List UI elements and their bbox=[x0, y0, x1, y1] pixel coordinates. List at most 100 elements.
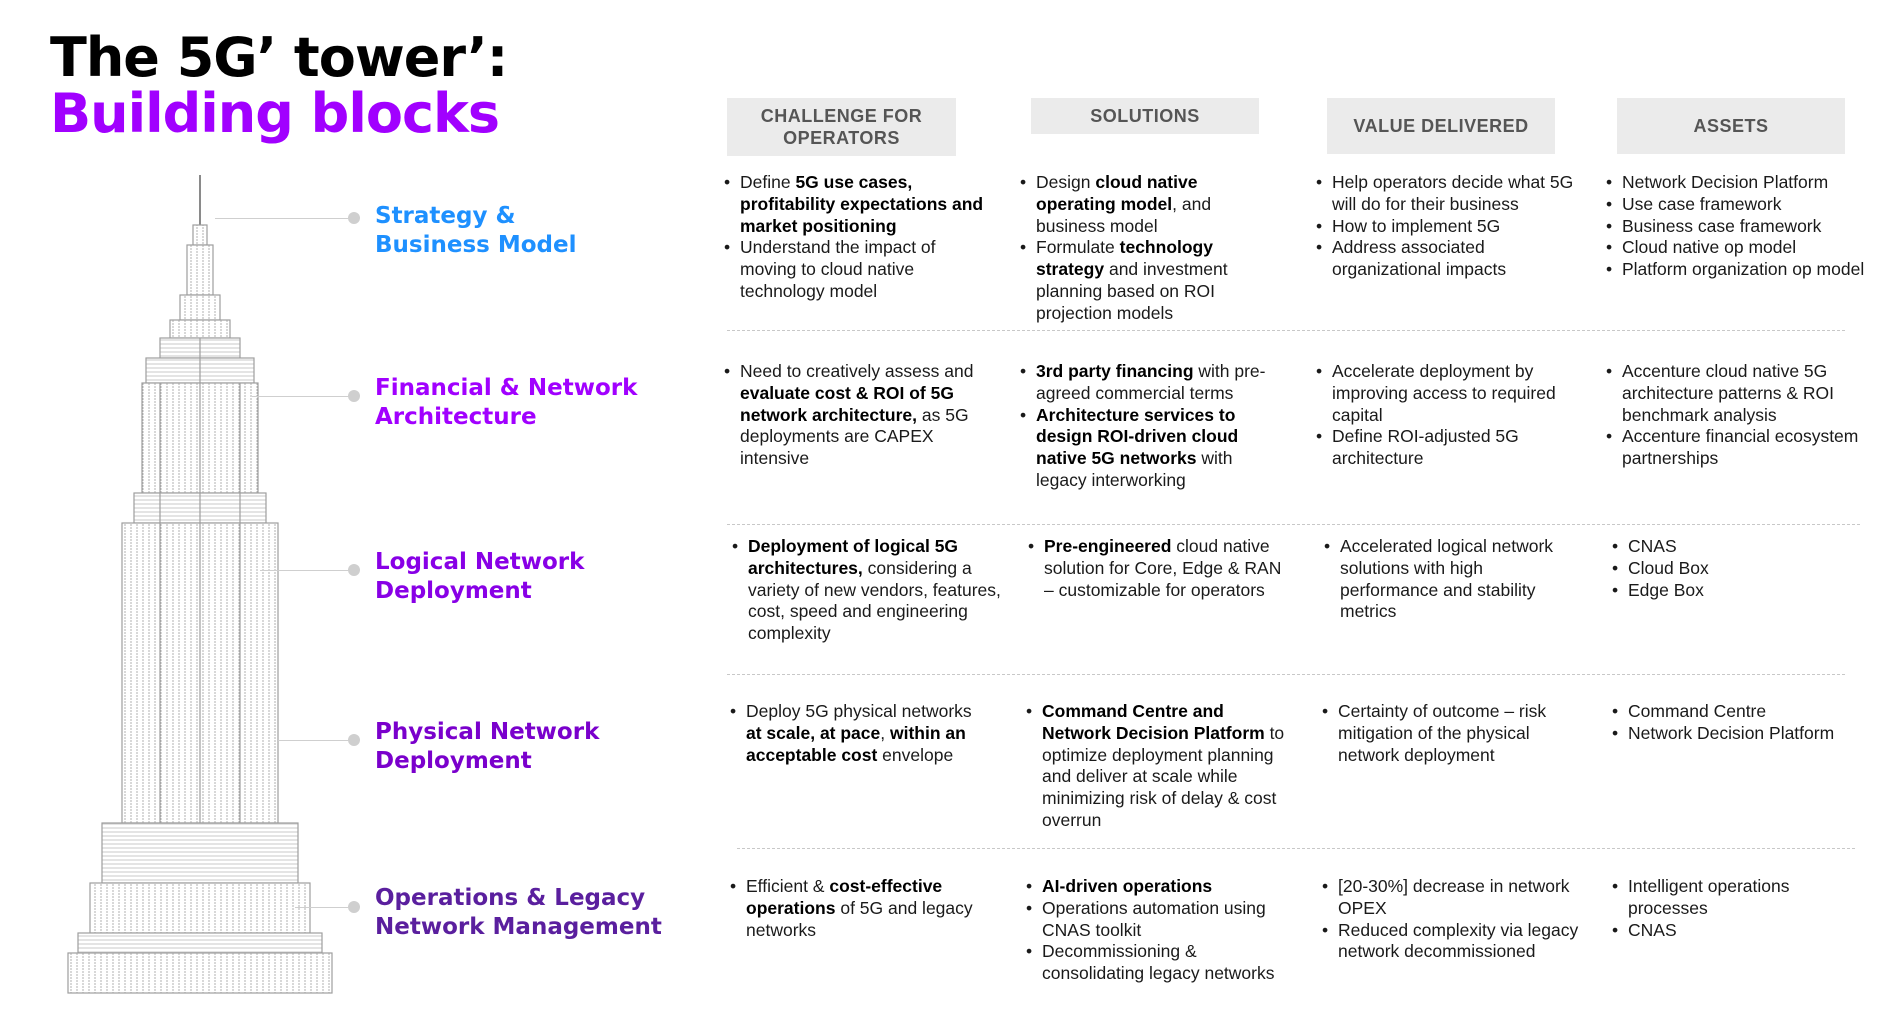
text: Command Centre bbox=[1628, 701, 1767, 721]
header-assets: ASSETS bbox=[1617, 98, 1845, 154]
text: Accelerated logical network solutions wi… bbox=[1340, 536, 1554, 622]
bullet-item: Formulate technology strategy and invest… bbox=[1020, 237, 1280, 324]
cell-assets-operations: Intelligent operations processesCNAS bbox=[1612, 876, 1872, 941]
bullet-item: Pre-engineered cloud native solution for… bbox=[1028, 536, 1288, 601]
text: Network Decision Platform bbox=[1628, 722, 1835, 743]
cell-solutions-strategy: Design cloud native operating model, and… bbox=[1020, 172, 1280, 325]
label-logical: Logical Network Deployment bbox=[375, 549, 585, 604]
bullet-item: Architecture services to design ROI-driv… bbox=[1020, 405, 1280, 492]
bullet-item: CNAS bbox=[1612, 920, 1872, 942]
dot-strategy bbox=[348, 212, 360, 224]
dot-physical bbox=[348, 734, 360, 746]
connector-logical bbox=[260, 570, 348, 571]
connector-financial bbox=[252, 396, 348, 397]
text: Certainty of outcome – risk mitigation o… bbox=[1338, 701, 1547, 765]
bold-text: AI-driven operations bbox=[1042, 876, 1213, 896]
bullet-list: CNASCloud BoxEdge Box bbox=[1612, 536, 1872, 601]
text: Intelligent operations processes bbox=[1628, 876, 1790, 918]
text: Design bbox=[1036, 172, 1096, 192]
text: Reduced complexity via legacy network de… bbox=[1338, 919, 1579, 962]
bullet-item: Reduced complexity via legacy network de… bbox=[1322, 920, 1582, 964]
text: Address associated organizational impact… bbox=[1332, 237, 1507, 280]
bullet-item: Intelligent operations processes bbox=[1612, 876, 1872, 920]
text: Decommissioning & consolidating legacy n… bbox=[1042, 941, 1275, 984]
dot-financial bbox=[348, 390, 360, 402]
cell-solutions-logical: Pre-engineered cloud native solution for… bbox=[1028, 536, 1288, 601]
text: Understand the impact of moving to cloud… bbox=[740, 237, 936, 301]
bullet-list: Accelerated logical network solutions wi… bbox=[1324, 536, 1584, 623]
bold-text: Pre-engineered bbox=[1044, 536, 1172, 556]
bullet-list: Deployment of logical 5G architectures, … bbox=[732, 536, 1002, 645]
title-line-1: The 5G’ tower’: bbox=[50, 26, 508, 89]
bullet-item: Accelerate deployment by improving acces… bbox=[1316, 361, 1576, 426]
bullet-item: Platform organization op model bbox=[1606, 259, 1871, 281]
text: Deploy 5G physical networks bbox=[746, 701, 972, 721]
cell-challenge-financial: Need to creatively assess and evaluate c… bbox=[724, 361, 984, 470]
text: Need to creatively assess and bbox=[740, 361, 974, 381]
bullet-list: Accelerate deployment by improving acces… bbox=[1316, 361, 1576, 470]
cell-challenge-operations: Efficient & cost-effective operations of… bbox=[730, 876, 990, 941]
cell-assets-financial: Accenture cloud native 5G architecture p… bbox=[1606, 361, 1871, 470]
label-strategy: Strategy & Business Model bbox=[375, 203, 577, 258]
bullet-item: Use case framework bbox=[1606, 194, 1871, 216]
cell-challenge-logical: Deployment of logical 5G architectures, … bbox=[732, 536, 1002, 645]
bullet-item: Help operators decide what 5G will do fo… bbox=[1316, 172, 1576, 216]
cell-solutions-physical: Command Centre and Network Decision Plat… bbox=[1026, 701, 1286, 832]
bullet-item: AI-driven operations bbox=[1026, 876, 1296, 898]
bullet-item: Accelerated logical network solutions wi… bbox=[1324, 536, 1584, 623]
label-physical: Physical Network Deployment bbox=[375, 719, 600, 774]
text: Use case framework bbox=[1622, 193, 1782, 214]
bullet-item: Design cloud native operating model, and… bbox=[1020, 172, 1280, 237]
bullet-item: CNAS bbox=[1612, 536, 1872, 558]
header-challenge: CHALLENGE FOR OPERATORS bbox=[727, 98, 956, 156]
text: How to implement 5G bbox=[1332, 215, 1501, 236]
bullet-list: Efficient & cost-effective operations of… bbox=[730, 876, 990, 941]
connector-strategy bbox=[215, 218, 348, 219]
row-separator bbox=[737, 848, 1855, 849]
page-title: The 5G’ tower’: Building blocks bbox=[50, 26, 508, 142]
text: Accenture cloud native 5G architecture p… bbox=[1622, 361, 1835, 425]
bullet-item: Network Decision Platform bbox=[1606, 172, 1871, 194]
bullet-item: Operations automation using CNAS toolkit bbox=[1026, 898, 1296, 942]
cell-value-logical: Accelerated logical network solutions wi… bbox=[1324, 536, 1584, 623]
row-separator bbox=[727, 674, 1845, 675]
bullet-list: Command CentreNetwork Decision Platform bbox=[1612, 701, 1877, 745]
text: Accenture financial ecosystem partnershi… bbox=[1622, 426, 1859, 469]
bullet-list: Need to creatively assess and evaluate c… bbox=[724, 361, 984, 470]
text: Formulate bbox=[1036, 237, 1120, 258]
dot-logical bbox=[348, 564, 360, 576]
bullet-item: 3rd party financing with pre-agreed comm… bbox=[1020, 361, 1280, 405]
bullet-list: Deploy 5G physical networks at scale, at… bbox=[730, 701, 990, 766]
header-value: VALUE DELIVERED bbox=[1327, 98, 1555, 154]
text: Accelerate deployment by improving acces… bbox=[1332, 361, 1556, 425]
bullet-list: Help operators decide what 5G will do fo… bbox=[1316, 172, 1576, 281]
text: Cloud Box bbox=[1628, 557, 1709, 578]
bullet-item: Business case framework bbox=[1606, 216, 1871, 238]
bullet-item: Edge Box bbox=[1612, 580, 1872, 602]
text: Platform organization op model bbox=[1622, 259, 1865, 280]
bullet-item: How to implement 5G bbox=[1316, 216, 1576, 238]
row-separator bbox=[727, 330, 1845, 331]
bullet-list: Intelligent operations processesCNAS bbox=[1612, 876, 1872, 941]
label-financial: Financial & Network Architecture bbox=[375, 375, 638, 430]
bullet-item: Efficient & cost-effective operations of… bbox=[730, 876, 990, 941]
cell-value-operations: [20-30%] decrease in network OPEXReduced… bbox=[1322, 876, 1582, 963]
bullet-item: Define 5G use cases, profitability expec… bbox=[724, 172, 984, 237]
cell-challenge-physical: Deploy 5G physical networks at scale, at… bbox=[730, 701, 990, 766]
label-operations: Operations & Legacy Network Management bbox=[375, 885, 662, 940]
bullet-list: Certainty of outcome – risk mitigation o… bbox=[1322, 701, 1582, 766]
cell-value-financial: Accelerate deployment by improving acces… bbox=[1316, 361, 1576, 470]
dot-operations bbox=[348, 901, 360, 913]
bullet-list: Design cloud native operating model, and… bbox=[1020, 172, 1280, 325]
tower-illustration bbox=[67, 175, 333, 994]
text: , bbox=[880, 722, 890, 743]
text: Edge Box bbox=[1628, 579, 1704, 600]
bullet-list: Command Centre and Network Decision Plat… bbox=[1026, 701, 1286, 832]
bullet-list: Pre-engineered cloud native solution for… bbox=[1028, 536, 1288, 601]
bullet-item: Cloud Box bbox=[1612, 558, 1872, 580]
bullet-item: Command Centre and Network Decision Plat… bbox=[1026, 701, 1286, 832]
bullet-item: Command Centre bbox=[1612, 701, 1877, 723]
bullet-item: Need to creatively assess and evaluate c… bbox=[724, 361, 984, 470]
connector-operations bbox=[295, 907, 348, 908]
bullet-item: Define ROI-adjusted 5G architecture bbox=[1316, 426, 1576, 470]
